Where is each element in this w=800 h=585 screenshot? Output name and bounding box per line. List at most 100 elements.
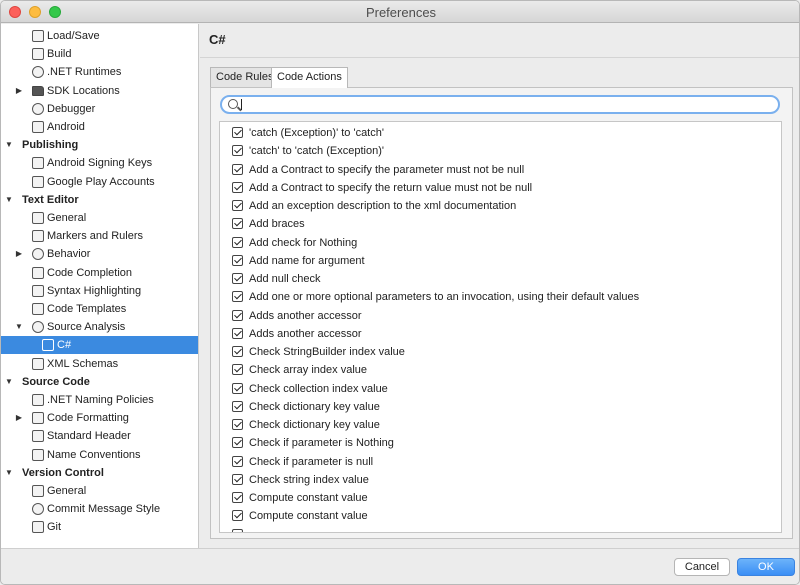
sidebar-item[interactable]: Code Completion <box>1 264 198 282</box>
disclosure-open-icon[interactable]: ▼ <box>4 191 14 209</box>
key-icon <box>32 157 44 170</box>
tab-code-actions[interactable]: Code Actions <box>271 67 348 88</box>
action-checkbox[interactable] <box>232 492 243 503</box>
action-checkbox[interactable] <box>232 200 243 211</box>
sidebar-item[interactable]: Load/Save <box>1 27 198 45</box>
action-checkbox[interactable] <box>232 382 243 394</box>
search-input[interactable] <box>242 98 762 112</box>
action-checkbox[interactable] <box>232 236 243 248</box>
title-divider <box>200 57 799 58</box>
list-item[interactable]: Compute constant value <box>220 507 781 525</box>
action-checkbox[interactable] <box>232 163 243 175</box>
list-item[interactable]: Add one or more optional parameters to a… <box>220 288 781 306</box>
sidebar-item[interactable]: Debugger <box>1 100 198 118</box>
action-checkbox[interactable] <box>232 400 243 412</box>
list-item[interactable]: Add a Contract to specify the return val… <box>220 179 781 197</box>
disclosure-open-icon[interactable]: ▼ <box>4 373 14 391</box>
ok-button[interactable]: OK <box>737 558 795 576</box>
action-checkbox[interactable] <box>232 455 243 467</box>
list-item[interactable]: Check dictionary key value <box>220 398 781 416</box>
action-checkbox[interactable] <box>232 419 243 430</box>
sidebar-item[interactable]: ▶ Behavior <box>1 245 198 263</box>
list-item[interactable]: Check array index value <box>220 361 781 379</box>
code-actions-list[interactable]: 'catch (Exception)' to 'catch' 'catch' to… <box>219 121 782 533</box>
sidebar-item[interactable]: Standard Header <box>1 427 198 445</box>
tab-code-rules[interactable]: Code Rules <box>210 67 280 87</box>
disclosure-closed-icon[interactable]: ▶ <box>14 409 24 427</box>
list-item[interactable]: Compute constant value <box>220 489 781 507</box>
action-checkbox[interactable] <box>232 437 243 449</box>
list-item[interactable]: 'catch' to 'catch (Exception)' <box>220 142 781 160</box>
sidebar-item-label: Git <box>47 521 62 534</box>
sidebar-item[interactable]: ▼ Source Analysis <box>1 318 198 336</box>
list-item[interactable]: Add check for Nothing <box>220 234 781 252</box>
disclosure-open-icon[interactable]: ▼ <box>4 136 14 154</box>
title-bar[interactable]: Preferences <box>1 1 799 23</box>
action-checkbox[interactable] <box>232 254 243 266</box>
action-checkbox[interactable] <box>232 127 243 138</box>
action-checkbox[interactable] <box>232 327 243 339</box>
list-item[interactable]: Check collection index value <box>220 380 781 398</box>
sidebar-item-label: .NET Naming Policies <box>47 394 154 406</box>
sidebar-item[interactable]: Name Conventions <box>1 446 198 464</box>
cancel-button[interactable]: Cancel <box>674 558 730 576</box>
action-checkbox[interactable] <box>232 291 243 303</box>
action-checkbox[interactable] <box>232 528 243 532</box>
brain-icon <box>32 248 44 261</box>
sidebar-item[interactable]: .NET Runtimes <box>1 63 198 81</box>
action-checkbox[interactable] <box>232 145 243 157</box>
disclosure-open-icon[interactable]: ▼ <box>14 318 24 336</box>
action-checkbox[interactable] <box>232 181 243 193</box>
sidebar-item[interactable]: Build <box>1 45 198 63</box>
list-item[interactable]: Add a Contract to specify the parameter … <box>220 161 781 179</box>
sidebar-item[interactable]: ▶ Code Formatting <box>1 409 198 427</box>
disclosure-open-icon[interactable]: ▼ <box>4 464 14 482</box>
sidebar-item[interactable]: ▶ SDK Locations <box>1 82 198 100</box>
sidebar-section-header[interactable]: ▼ Source Code <box>1 373 198 391</box>
action-checkbox[interactable] <box>232 218 243 230</box>
sidebar-item[interactable]: Markers and Rulers <box>1 227 198 245</box>
list-item[interactable]: Add an exception description to the xml … <box>220 197 781 215</box>
action-checkbox[interactable] <box>232 346 243 357</box>
action-label: Check if parameter is null <box>249 455 374 468</box>
sidebar-item-label: Android Signing Keys <box>47 157 153 170</box>
disclosure-closed-icon[interactable]: ▶ <box>14 82 24 100</box>
list-item[interactable]: Add braces <box>220 215 781 233</box>
sidebar-item-label: C# <box>57 339 72 352</box>
sidebar-item[interactable]: Git <box>1 518 198 536</box>
list-item[interactable]: Adds another accessor <box>220 307 781 325</box>
sidebar-item[interactable]: Google Play Accounts <box>1 173 198 191</box>
sidebar-item[interactable]: General <box>1 482 198 500</box>
list-item[interactable]: Check StringBuilder index value <box>220 343 781 361</box>
list-item[interactable]: Adds another accessor <box>220 325 781 343</box>
sidebar-item[interactable]: General <box>1 209 198 227</box>
sidebar-item[interactable]: C# <box>1 336 198 355</box>
sidebar-item[interactable]: Syntax Highlighting <box>1 282 198 300</box>
sidebar-item[interactable]: XML Schemas <box>1 355 198 373</box>
sidebar-item[interactable]: Android <box>1 118 198 136</box>
action-checkbox[interactable] <box>232 309 243 321</box>
sidebar-item[interactable]: Commit Message Style <box>1 500 198 518</box>
sidebar-section-header[interactable]: ▼ Text Editor <box>1 191 198 209</box>
list-item[interactable]: Add null check <box>220 270 781 288</box>
action-label: Check string index value <box>249 473 369 486</box>
action-checkbox[interactable] <box>232 510 243 522</box>
sidebar-item[interactable]: Code Templates <box>1 300 198 318</box>
list-item[interactable]: Check if parameter is null <box>220 453 781 471</box>
bug-icon <box>32 102 44 115</box>
action-checkbox[interactable] <box>232 273 243 284</box>
list-item[interactable] <box>220 526 781 532</box>
disclosure-closed-icon[interactable]: ▶ <box>14 245 24 263</box>
sidebar-item[interactable]: Android Signing Keys <box>1 154 198 172</box>
sidebar-item[interactable]: .NET Naming Policies <box>1 391 198 409</box>
list-item[interactable]: Add name for argument <box>220 252 781 270</box>
list-item[interactable]: Check dictionary key value <box>220 416 781 434</box>
list-item[interactable]: 'catch (Exception)' to 'catch' <box>220 124 781 142</box>
sidebar-section-header[interactable]: ▼ Version Control <box>1 464 198 482</box>
action-checkbox[interactable] <box>232 473 243 485</box>
search-box[interactable] <box>220 95 780 114</box>
action-checkbox[interactable] <box>232 364 243 376</box>
list-item[interactable]: Check string index value <box>220 471 781 489</box>
list-item[interactable]: Check if parameter is Nothing <box>220 434 781 452</box>
sidebar-section-header[interactable]: ▼ Publishing <box>1 136 198 154</box>
